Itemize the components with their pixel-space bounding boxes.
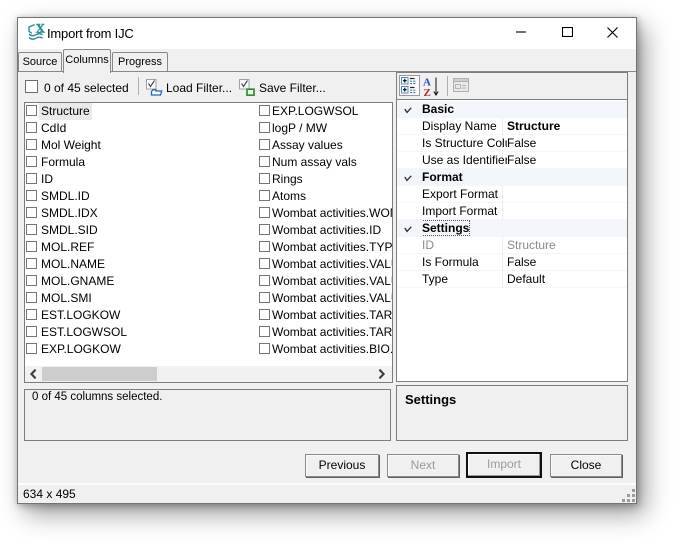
svg-text:Z: Z <box>424 87 431 97</box>
svg-text:X: X <box>36 22 45 36</box>
